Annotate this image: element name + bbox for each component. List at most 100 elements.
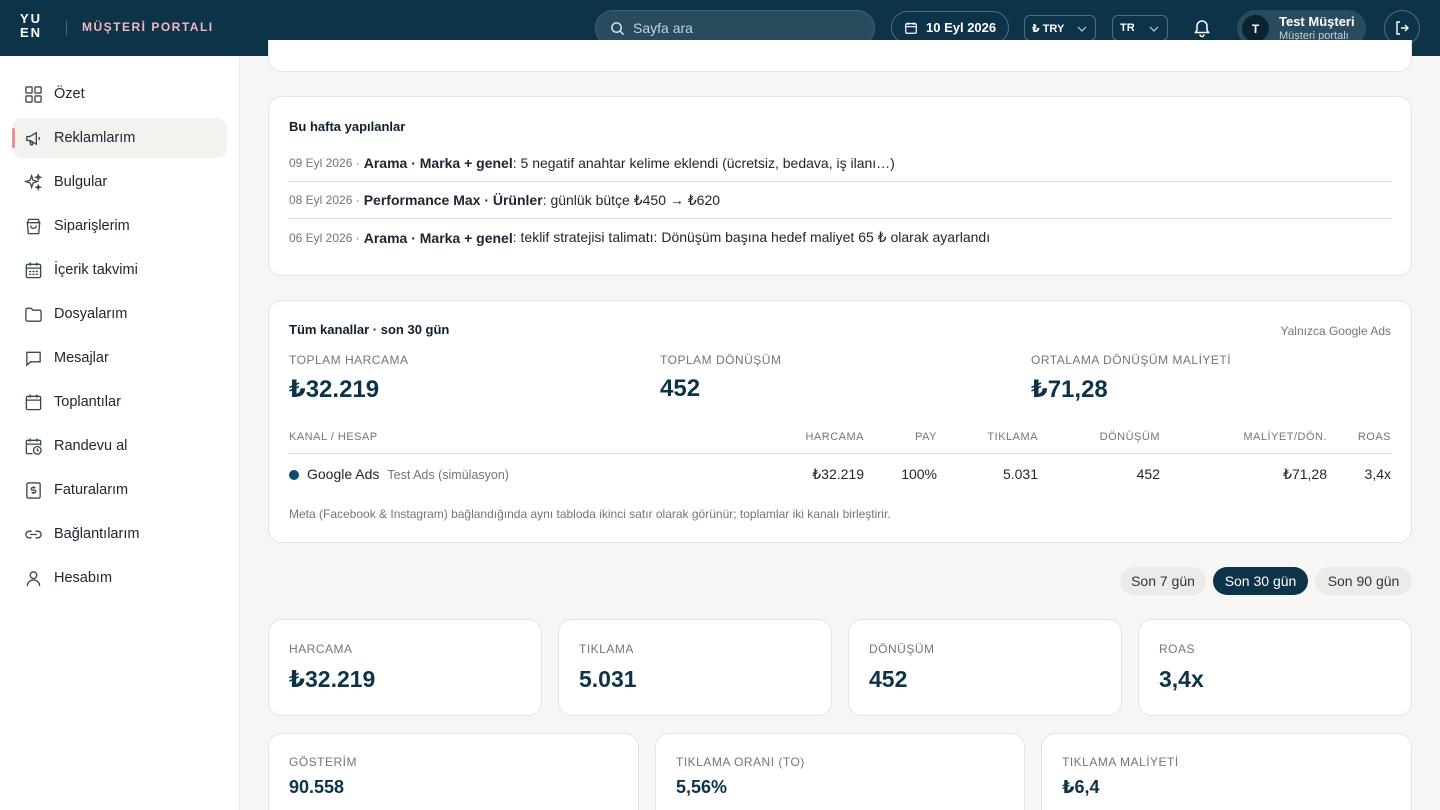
range-7-days-button[interactable]: Son 7 gün (1120, 567, 1206, 595)
channel-cell: Google Ads Test Ads (simülasyon) (307, 466, 509, 482)
sidebar-item-baglantilarim[interactable]: Bağlantılarım (12, 514, 227, 554)
brand-logo[interactable]: YU EN (20, 12, 48, 42)
sidebar-item-label: İçerik takvimi (54, 262, 138, 278)
stat-value: 90.558 (289, 777, 345, 797)
account-name: Test Ads (simülasyon) (387, 468, 509, 482)
channel-color-dot (289, 470, 299, 480)
kpi-label: ORTALAMA DÖNÜŞÜM MALİYETİ (1031, 353, 1232, 367)
sidebar-item-reklamlarim[interactable]: Reklamlarım (12, 118, 227, 158)
table-footnote: Meta (Facebook & Instagram) bağlandığınd… (289, 507, 891, 521)
stat-label: GÖSTERİM (289, 755, 358, 769)
sidebar-item-toplantilar[interactable]: Toplantılar (12, 382, 227, 422)
column-header: ROAS (1357, 431, 1391, 443)
calendar-icon (25, 393, 42, 410)
activity-date: 06 Eyl 2026 · (289, 230, 360, 245)
avatar: T (1242, 15, 1269, 42)
activity-row: 09 Eyl 2026 · Arama · Marka + genel : 5 … (289, 145, 1391, 182)
sidebar-item-label: Siparişlerim (54, 218, 130, 234)
stat-value: 452 (869, 666, 908, 692)
link-icon (25, 530, 42, 538)
activity-text: : 5 negatif anahtar kelime eklendi (ücre… (512, 155, 895, 171)
sidebar-item-label: Dosyalarım (54, 306, 128, 322)
sidebar-item-bulgular[interactable]: Bulgular (12, 162, 227, 202)
sidebar-item-randevu-al[interactable]: Randevu al (12, 426, 227, 466)
sidebar: Özet Reklamlarım Bulgular Siparişlerim İ… (0, 56, 240, 810)
activity-text: : teklif stratejisi talimatı: Dönüşüm ba… (512, 229, 991, 245)
currency-value: ₺ TRY (1032, 22, 1065, 35)
kpi-value: ₺71,28 (1031, 376, 1108, 403)
activity-campaign: Performance Max · Ürünler (363, 192, 543, 208)
share-cell: 100% (901, 466, 937, 482)
folder-icon (25, 307, 42, 322)
spend-cell: ₺32.219 (812, 466, 864, 482)
cost-per-conversion-cell: ₺71,28 (1283, 466, 1327, 482)
sidebar-item-faturalarim[interactable]: Faturalarım (12, 470, 227, 510)
logout-icon (1396, 21, 1409, 35)
activity-date: 09 Eyl 2026 · (289, 156, 360, 170)
language-value: TR (1120, 22, 1135, 34)
column-header: DÖNÜŞÜM (1099, 431, 1160, 443)
kpi-label: TOPLAM HARCAMA (289, 353, 409, 367)
roas-cell: 3,4x (1364, 466, 1391, 482)
search-input[interactable] (633, 20, 853, 36)
kpi-value: 452 (660, 375, 701, 402)
invoice-icon (26, 481, 41, 499)
card-title: Tüm kanallar · son 30 gün (289, 322, 450, 337)
range-30-days-button[interactable]: Son 30 gün (1213, 567, 1308, 595)
kpi-value: ₺32.219 (289, 376, 380, 403)
activity-text: : günlük bütçe ₺450 → ₺620 (542, 191, 721, 208)
calendar-clock-icon (25, 437, 42, 455)
grid-icon (25, 85, 42, 103)
calendar-grid-icon (25, 261, 42, 278)
sidebar-item-label: Toplantılar (54, 394, 121, 410)
sparkle-icon (24, 172, 43, 191)
stat-label: ROAS (1159, 642, 1196, 656)
sidebar-item-label: Bağlantılarım (54, 526, 140, 542)
column-header: TIKLAMA (987, 431, 1038, 443)
bell-icon[interactable] (1192, 18, 1212, 38)
user-icon (26, 570, 41, 586)
table-divider (289, 453, 1391, 454)
sidebar-item-mesajlar[interactable]: Mesajlar (12, 338, 227, 378)
sidebar-item-dosyalarim[interactable]: Dosyalarım (12, 294, 227, 334)
column-header: KANAL / HESAP (289, 431, 378, 443)
channel-name: Google Ads (307, 466, 380, 482)
column-header: HARCAMA (805, 431, 864, 443)
activity-row: 06 Eyl 2026 · Arama · Marka + genel : te… (289, 219, 1391, 256)
stat-value: 5,56% (676, 777, 728, 797)
kpi-label: TOPLAM DÖNÜŞÜM (660, 353, 782, 367)
currency-select[interactable]: ₺ TRY (1024, 15, 1096, 41)
message-icon (26, 351, 41, 367)
stat-card-clicks: TIKLAMA 5.031 (558, 619, 832, 716)
stat-card-spend: HARCAMA ₺32.219 (268, 619, 542, 716)
shopping-bag-icon (26, 218, 41, 234)
language-select[interactable]: TR (1112, 15, 1168, 41)
chevron-down-icon (1149, 26, 1159, 32)
sidebar-item-icerik-takvimi[interactable]: İçerik takvimi (12, 250, 227, 290)
stat-card-ctr: TIKLAMA ORANI (TO) 5,56% (655, 733, 1025, 810)
stat-value: 5.031 (579, 666, 637, 692)
logo-divider (66, 21, 67, 35)
portal-title: MÜŞTERİ PORTALI (82, 20, 214, 34)
column-header: MALİYET/DÖN. (1243, 431, 1327, 443)
range-90-days-button[interactable]: Son 90 gün (1315, 567, 1412, 595)
sidebar-item-label: Bulgular (54, 174, 108, 190)
stat-label: DÖNÜŞÜM (869, 642, 935, 656)
stat-label: TIKLAMA MALİYETİ (1062, 755, 1179, 769)
stat-label: HARCAMA (289, 642, 353, 656)
stat-card-roas: ROAS 3,4x (1138, 619, 1412, 716)
sidebar-item-siparislerim[interactable]: Siparişlerim (12, 206, 227, 246)
activity-row: 08 Eyl 2026 · Performance Max · Ürünler … (289, 182, 1391, 219)
sidebar-item-label: Faturalarım (54, 482, 129, 498)
stat-label: TIKLAMA ORANI (TO) (676, 755, 805, 769)
activity-campaign: Arama · Marka + genel (363, 229, 513, 246)
user-name: Test Müşteri (1279, 13, 1355, 29)
this-week-card: Bu hafta yapılanlar 09 Eyl 2026 · Arama … (268, 96, 1412, 276)
sidebar-item-label: Randevu al (54, 438, 128, 454)
column-header: PAY (915, 431, 937, 443)
megaphone-icon (26, 131, 41, 145)
sidebar-item-label: Özet (54, 86, 85, 102)
stat-label: TIKLAMA (579, 642, 634, 656)
sidebar-item-hesabim[interactable]: Hesabım (12, 558, 227, 598)
sidebar-item-ozet[interactable]: Özet (12, 74, 227, 114)
